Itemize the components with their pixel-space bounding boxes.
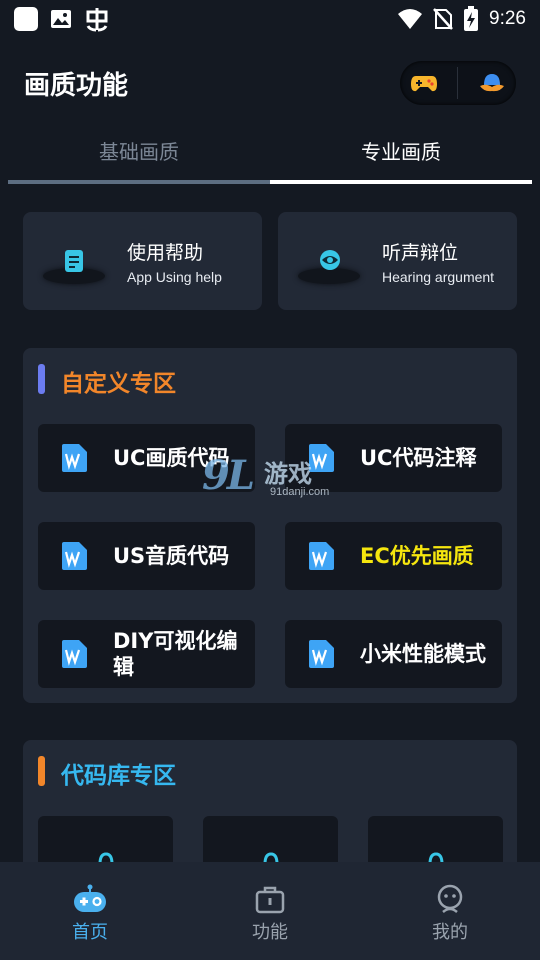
xiaomi-performance-mode-button[interactable]: 小米性能模式 xyxy=(285,620,502,688)
help-card-subtitle: Hearing argument xyxy=(382,268,495,285)
watermark-logo-number: 9L xyxy=(202,452,255,499)
wps-document-icon xyxy=(62,640,87,668)
nav-item-home[interactable]: 首页 xyxy=(0,862,180,960)
notification-square-icon xyxy=(14,7,38,31)
page-title: 画质功能 xyxy=(24,70,129,101)
no-sim-icon xyxy=(433,8,453,30)
button-label: US音质代码 xyxy=(113,544,230,568)
status-bar-left xyxy=(14,6,110,32)
nav-label: 功能 xyxy=(252,922,288,943)
nav-item-features[interactable]: 功能 xyxy=(180,862,360,960)
help-icon-container xyxy=(278,212,374,310)
bottom-navigation: 首页 功能 我的 xyxy=(0,862,540,960)
watermark-domain: 91danji.com xyxy=(270,486,330,498)
button-label: UC代码注释 xyxy=(360,446,477,470)
section-title: 自定义专区 xyxy=(61,371,176,397)
watermark-logo-text: 游戏 xyxy=(264,460,312,488)
help-card-usage[interactable]: 使用帮助 App Using help xyxy=(23,212,262,310)
wifi-icon xyxy=(398,9,423,29)
section-accent-bar xyxy=(38,756,45,786)
robot-home-icon xyxy=(74,884,106,912)
app-header: 画质功能 xyxy=(24,60,516,106)
nav-item-profile[interactable]: 我的 xyxy=(360,862,540,960)
image-icon xyxy=(51,10,71,28)
custom-section: 自定义专区 UC画质代码 UC代码注释 US音质代码 EC优先画质 DIY可视化… xyxy=(23,348,517,703)
cloud-bell-icon[interactable] xyxy=(478,71,506,95)
button-label: EC优先画质 xyxy=(360,544,474,568)
wps-document-icon xyxy=(309,542,334,570)
header-action-pill xyxy=(400,61,516,105)
nav-label: 我的 xyxy=(432,922,468,943)
section-accent-bar xyxy=(38,364,45,394)
button-label: 小米性能模式 xyxy=(360,642,486,666)
user-face-icon xyxy=(437,884,463,913)
help-card-texts: 使用帮助 App Using help xyxy=(127,238,222,285)
help-card-texts: 听声辩位 Hearing argument xyxy=(382,238,494,285)
toolbox-icon xyxy=(255,886,285,914)
sound-globe-icon xyxy=(320,250,340,270)
wps-document-icon xyxy=(62,444,87,472)
status-bar-right: 9:26 xyxy=(397,6,526,32)
site-watermark: 9L 游戏 91danji.com xyxy=(202,452,342,504)
help-card-title: 使用帮助 xyxy=(127,241,204,264)
quality-tabs: 基础画质 专业画质 xyxy=(8,130,532,184)
ec-priority-quality-button[interactable]: EC优先画质 xyxy=(285,522,502,590)
tab-indicator-pro xyxy=(270,180,532,184)
us-sound-code-button[interactable]: US音质代码 xyxy=(38,522,255,590)
button-label: DIY可视化编辑 xyxy=(113,629,238,679)
diy-visual-edit-button[interactable]: DIY可视化编辑 xyxy=(38,620,255,688)
gamepad-icon[interactable] xyxy=(410,72,438,94)
tab-pro-quality[interactable]: 专业画质 xyxy=(270,130,532,174)
section-title: 代码库专区 xyxy=(61,763,176,789)
battery-charging-icon xyxy=(464,6,479,31)
help-card-hearing[interactable]: 听声辩位 Hearing argument xyxy=(278,212,517,310)
pill-divider xyxy=(457,67,459,99)
help-document-icon xyxy=(65,250,83,272)
wps-document-icon xyxy=(309,640,334,668)
tab-basic-quality[interactable]: 基础画质 xyxy=(8,130,270,174)
help-card-title: 听声辩位 xyxy=(382,241,459,264)
help-icon-container xyxy=(23,212,119,310)
status-bar: 9:26 xyxy=(0,0,540,38)
tab-indicator-basic xyxy=(8,180,270,184)
status-time: 9:26 xyxy=(489,8,526,29)
wps-document-icon xyxy=(62,542,87,570)
bug-icon xyxy=(86,8,108,32)
nav-label: 首页 xyxy=(72,922,108,943)
help-card-subtitle: App Using help xyxy=(127,268,222,285)
